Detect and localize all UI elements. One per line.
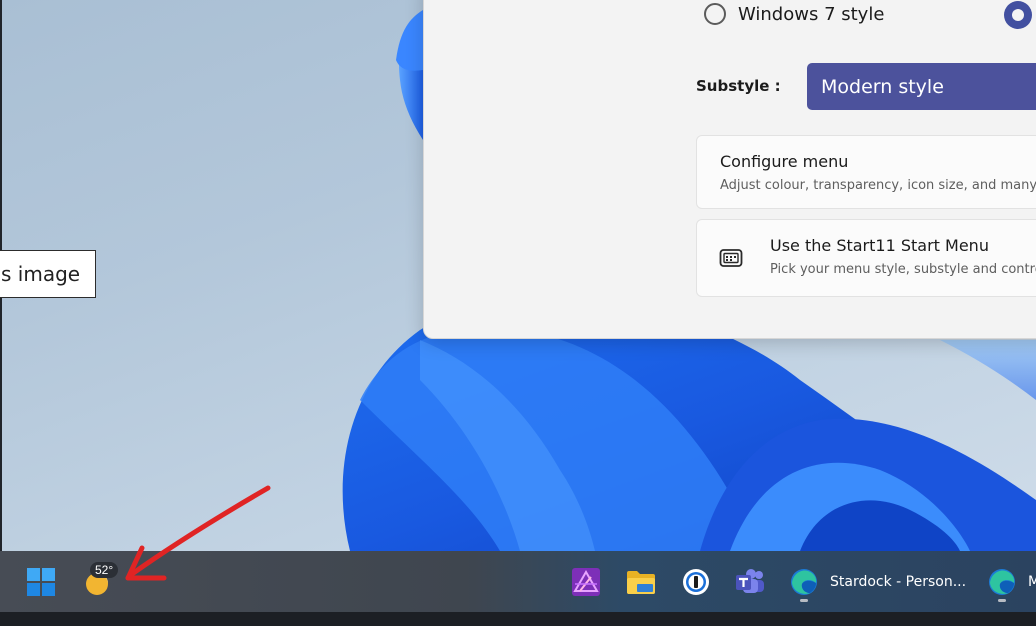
- taskbar: 52° Stardock - Person... M: [0, 551, 1036, 612]
- weather-temperature: 52°: [90, 562, 119, 578]
- file-explorer-icon: [627, 571, 655, 594]
- file-explorer-button[interactable]: [621, 563, 661, 601]
- teams-icon: [736, 569, 764, 593]
- card-subtitle: Adjust colour, transparency, icon size, …: [720, 178, 1036, 193]
- radio-dot: [1012, 9, 1024, 21]
- configure-menu-card[interactable]: Configure menu Adjust colour, transparen…: [696, 135, 1036, 209]
- 1password-icon: [683, 569, 709, 595]
- affinity-photo-button[interactable]: [566, 563, 606, 601]
- start-menu-icon: [719, 249, 743, 267]
- edge-window-title: M: [1028, 574, 1036, 590]
- radio-label: Windows 7 style: [738, 3, 885, 25]
- settings-window: Windows 7 style Substyle : Modern style …: [423, 0, 1036, 339]
- edge-window-title: Stardock - Person...: [830, 574, 967, 590]
- start-button[interactable]: [22, 563, 60, 601]
- card-title: Use the Start11 Start Menu: [770, 236, 989, 255]
- substyle-label: Substyle :: [696, 77, 781, 95]
- edge-taskbar-button[interactable]: Stardock - Person...: [784, 561, 974, 603]
- running-indicator: [800, 599, 808, 602]
- radio-windows7-style[interactable]: Windows 7 style: [704, 3, 884, 25]
- teams-button[interactable]: [730, 563, 770, 601]
- edge-icon: [791, 569, 817, 595]
- taskbar-bottom-edge: [0, 612, 1036, 626]
- card-title: Configure menu: [720, 152, 849, 171]
- use-start11-card[interactable]: Use the Start11 Start Menu Pick your men…: [696, 219, 1036, 297]
- 1password-button[interactable]: [676, 563, 716, 601]
- radio-selected[interactable]: [1004, 1, 1032, 29]
- edge-icon: [989, 569, 1015, 595]
- windows-logo-icon: [27, 568, 55, 596]
- radio-button[interactable]: [704, 3, 726, 25]
- substyle-dropdown[interactable]: Modern style: [807, 63, 1036, 110]
- edge-taskbar-button-2[interactable]: M: [982, 561, 1036, 603]
- card-subtitle: Pick your menu style, substyle and contr…: [770, 262, 1036, 277]
- affinity-photo-icon: [572, 568, 600, 596]
- image-caption: s image: [0, 250, 96, 298]
- running-indicator: [998, 599, 1006, 602]
